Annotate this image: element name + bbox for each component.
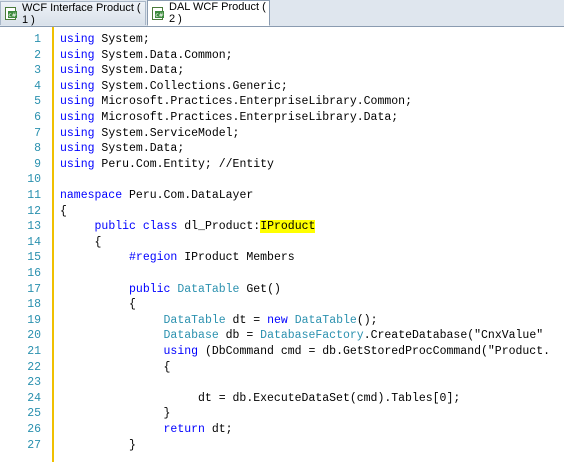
keyword-token: new bbox=[267, 313, 288, 327]
code-token: dt; bbox=[204, 423, 233, 436]
code-token: System.Data; bbox=[94, 64, 185, 78]
line-number: 27 bbox=[27, 438, 41, 452]
code-token: System.ServiceModel; bbox=[94, 126, 240, 140]
code-token: dt = db.ExecuteDataSet(cmd).Tables[0]; bbox=[60, 391, 461, 405]
keyword-token: using bbox=[60, 48, 95, 62]
code-token: dl_Product: bbox=[177, 220, 261, 234]
keyword-token: using bbox=[60, 79, 95, 93]
code-text: } bbox=[60, 437, 136, 455]
csharp-file-icon: c# bbox=[152, 6, 164, 20]
code-token: System; bbox=[94, 33, 150, 46]
tab-bar: c# WCF Interface Product ( 1 ) c# DAL WC… bbox=[0, 0, 564, 27]
keyword-token: using bbox=[60, 126, 95, 140]
code-token: System.Data; bbox=[94, 142, 185, 156]
code-line[interactable]: 27 } bbox=[0, 437, 564, 455]
svg-text:c#: c# bbox=[8, 12, 16, 19]
type-token: Database bbox=[163, 329, 219, 343]
keyword-token: using bbox=[60, 33, 95, 46]
code-token: Microsoft.Practices.EnterpriseLibrary.Da… bbox=[94, 111, 399, 124]
code-token: Microsoft.Practices.EnterpriseLibrary.Co… bbox=[94, 95, 412, 109]
code-token: { bbox=[60, 235, 102, 249]
code-token: } bbox=[60, 438, 136, 452]
type-token: DataTable bbox=[177, 282, 240, 296]
keyword-token: public bbox=[94, 220, 136, 234]
code-token: (); bbox=[356, 313, 378, 327]
highlighted-token: IProduct bbox=[260, 220, 316, 234]
svg-text:c#: c# bbox=[155, 12, 163, 19]
tab-wcf-interface-product[interactable]: c# WCF Interface Product ( 1 ) bbox=[0, 1, 146, 26]
code-token: IProduct Members bbox=[177, 251, 295, 265]
keyword-token: using bbox=[60, 157, 95, 171]
code-token: (DbCommand cmd = db.GetStoredProcCommand… bbox=[198, 345, 551, 358]
tab-label: DAL WCF Product ( 2 ) bbox=[169, 1, 266, 25]
code-token: Get() bbox=[239, 282, 281, 296]
keyword-token: public bbox=[129, 282, 171, 296]
code-token: { bbox=[60, 298, 136, 312]
csharp-file-icon: c# bbox=[5, 7, 17, 20]
code-token: { bbox=[60, 360, 171, 374]
code-token: System.Data.Common; bbox=[94, 48, 233, 62]
type-token: DatabaseFactory bbox=[260, 329, 364, 343]
keyword-token: return bbox=[163, 423, 205, 436]
keyword-token: using bbox=[60, 142, 95, 156]
keyword-token: #region bbox=[129, 251, 178, 265]
tab-label: WCF Interface Product ( 1 ) bbox=[22, 1, 141, 26]
type-token: DataTable bbox=[294, 313, 357, 327]
keyword-token: using bbox=[60, 95, 95, 109]
code-token: db = bbox=[218, 329, 261, 343]
code-token: { bbox=[60, 204, 67, 218]
code-token: dt = bbox=[225, 313, 268, 327]
code-token: Peru.Com.Entity; //Entity bbox=[94, 157, 274, 171]
keyword-token: using bbox=[60, 64, 95, 78]
keyword-token: namespace bbox=[60, 189, 123, 202]
keyword-token: class bbox=[142, 220, 178, 234]
keyword-token: using bbox=[163, 345, 199, 358]
type-token: DataTable bbox=[163, 313, 226, 327]
keyword-token: using bbox=[60, 111, 95, 124]
code-token: } bbox=[60, 407, 171, 421]
code-token: System.Collections.Generic; bbox=[94, 79, 288, 93]
code-token: .CreateDatabase("CnxValue" bbox=[363, 329, 544, 343]
code-token: Peru.Com.DataLayer bbox=[122, 189, 254, 202]
tab-dal-wcf-product[interactable]: c# DAL WCF Product ( 2 ) bbox=[147, 0, 270, 26]
